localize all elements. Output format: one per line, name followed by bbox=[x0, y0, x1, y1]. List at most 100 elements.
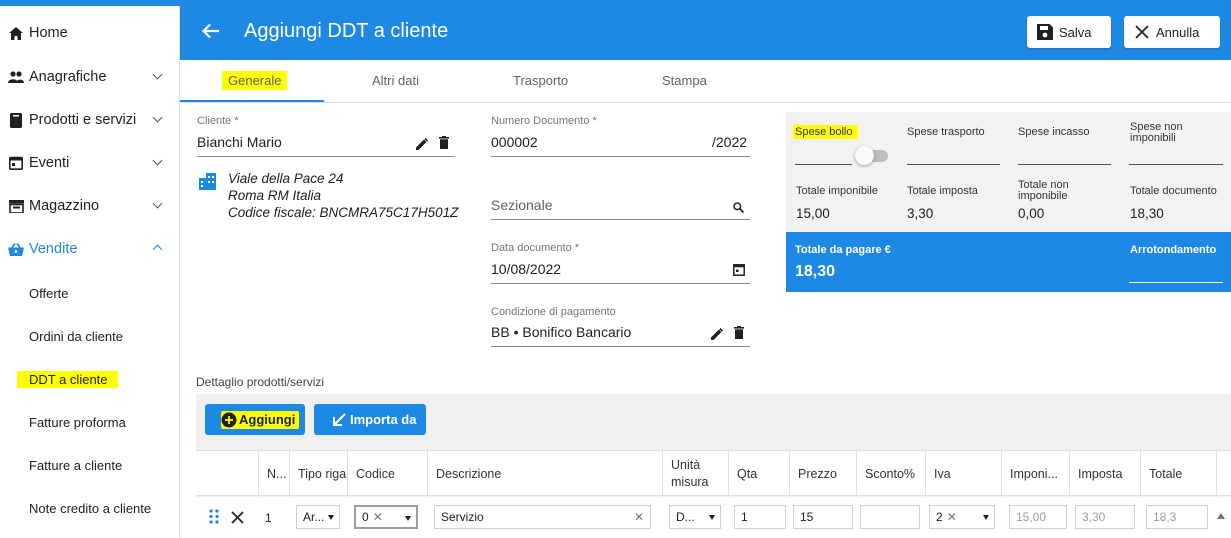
sidebar-item-vendite[interactable]: Vendite bbox=[0, 229, 179, 269]
spese-incasso-input[interactable] bbox=[1018, 164, 1111, 165]
qta-input[interactable]: 1 bbox=[734, 505, 786, 529]
summary-panel: Spese bollo Spese trasporto Spese incass… bbox=[786, 112, 1231, 292]
sezionale-underline bbox=[491, 219, 750, 220]
sidebar-item-magazzino[interactable]: Magazzino bbox=[0, 186, 179, 226]
sidebar-subitem-ordini[interactable]: Ordini da cliente bbox=[29, 326, 123, 346]
totale-pagare-value: 18,30 bbox=[795, 263, 836, 280]
arrotondamento-label: Arrotondamento bbox=[1130, 244, 1217, 256]
clear-icon[interactable]: ✕ bbox=[947, 510, 957, 524]
sidebar-subitem-proforma[interactable]: Fatture proforma bbox=[29, 412, 126, 432]
totale-pagare-label: Totale da pagare € bbox=[795, 244, 891, 256]
sidebar-item-eventi[interactable]: Eventi bbox=[0, 143, 179, 183]
column-unita-misura[interactable]: Unità misura bbox=[662, 451, 728, 497]
sidebar-subitem-ddt[interactable]: DDT a cliente bbox=[17, 369, 118, 389]
tab-altri-dati[interactable]: Altri dati bbox=[372, 73, 419, 88]
spese-bollo-label: Spese bollo bbox=[793, 125, 858, 139]
clear-icon[interactable]: ✕ bbox=[373, 510, 383, 524]
unita-misura-select[interactable]: D... bbox=[669, 505, 721, 529]
imposta-field: 3,30 bbox=[1075, 505, 1135, 529]
spese-non-imponibili-input[interactable] bbox=[1129, 164, 1223, 165]
column-descrizione[interactable]: Descrizione bbox=[427, 451, 662, 497]
prezzo-input[interactable]: 15 bbox=[793, 505, 853, 529]
cliente-label: Cliente * bbox=[197, 115, 239, 127]
totale-imposta-value: 3,30 bbox=[907, 206, 934, 221]
add-button[interactable]: Aggiungi bbox=[205, 404, 305, 435]
toggle-knob[interactable] bbox=[855, 146, 874, 165]
totale-non-imponibile-label-2: imponibile bbox=[1018, 190, 1068, 202]
column-sconto[interactable]: Sconto% bbox=[856, 451, 925, 497]
totale-field: 18,3 bbox=[1146, 505, 1208, 529]
cliente-field[interactable]: Bianchi Mario bbox=[197, 134, 282, 150]
imponibile-field: 15,00 bbox=[1009, 505, 1067, 529]
close-icon bbox=[1134, 24, 1150, 40]
sidebar-subitem-fatture[interactable]: Fatture a cliente bbox=[29, 455, 122, 475]
calendar-icon bbox=[8, 155, 24, 171]
numero-field[interactable]: 000002 bbox=[491, 134, 538, 150]
back-arrow-icon[interactable] bbox=[201, 23, 224, 43]
people-icon bbox=[8, 69, 24, 85]
tab-generale[interactable]: Generale bbox=[222, 71, 288, 90]
column-qta[interactable]: Qta bbox=[728, 451, 789, 497]
iva-select[interactable]: 2 ✕ bbox=[929, 505, 995, 529]
sidebar-subitem-note-credito[interactable]: Note credito a cliente bbox=[29, 498, 151, 518]
column-imponibile[interactable]: Imponi... bbox=[1001, 451, 1069, 497]
remove-row-icon[interactable] bbox=[231, 511, 244, 529]
codice-select[interactable]: 0 ✕ bbox=[354, 505, 418, 529]
page-header: Aggiungi DDT a cliente Salva Annulla bbox=[180, 6, 1231, 60]
import-arrow-icon bbox=[332, 412, 346, 427]
spese-non-imponibili-label-2: imponibili bbox=[1130, 132, 1176, 144]
address-line-2: Roma RM Italia bbox=[228, 188, 322, 203]
delete-icon[interactable] bbox=[439, 136, 449, 154]
dropdown-caret-icon bbox=[405, 516, 411, 521]
column-prezzo[interactable]: Prezzo bbox=[789, 451, 856, 497]
column-n[interactable]: N... bbox=[258, 451, 289, 497]
clear-icon[interactable]: ✕ bbox=[634, 510, 644, 524]
sidebar-item-prodotti[interactable]: Prodotti e servizi bbox=[0, 100, 179, 140]
sidebar-subitem-offerte[interactable]: Offerte bbox=[29, 283, 69, 303]
column-iva[interactable]: Iva bbox=[925, 451, 1001, 497]
scroll-up-arrow-icon[interactable] bbox=[1217, 506, 1225, 524]
home-icon bbox=[8, 25, 24, 41]
column-totale[interactable]: Totale bbox=[1140, 451, 1216, 497]
sconto-input[interactable] bbox=[860, 505, 920, 529]
page-title: Aggiungi DDT a cliente bbox=[244, 20, 449, 42]
basket-icon bbox=[8, 241, 24, 257]
search-icon[interactable] bbox=[733, 200, 745, 218]
spese-bollo-underline bbox=[795, 164, 852, 165]
spese-trasporto-input[interactable] bbox=[907, 164, 1000, 165]
totale-pagare-bar: Totale da pagare € 18,30 Arrotondamento bbox=[786, 232, 1231, 292]
address-line-1: Viale della Pace 24 bbox=[228, 171, 344, 186]
column-spacer bbox=[1216, 451, 1231, 497]
tab-trasporto[interactable]: Trasporto bbox=[513, 73, 568, 88]
delete-icon[interactable] bbox=[734, 326, 744, 344]
sidebar-item-home[interactable]: Home bbox=[0, 13, 179, 53]
drag-handle-icon[interactable] bbox=[209, 509, 219, 529]
sidebar-item-anagrafiche[interactable]: Anagrafiche bbox=[0, 57, 179, 97]
tipo-riga-select[interactable]: Ar... bbox=[296, 505, 340, 529]
detail-area: Aggiungi Importa da N... Tipo riga Codic… bbox=[196, 394, 1231, 538]
import-button[interactable]: Importa da bbox=[314, 404, 426, 435]
save-button[interactable]: Salva bbox=[1027, 16, 1111, 48]
calendar-icon[interactable] bbox=[733, 263, 745, 281]
cancel-button[interactable]: Annulla bbox=[1124, 16, 1220, 48]
dropdown-caret-icon bbox=[709, 515, 715, 520]
dropdown-caret-icon bbox=[328, 515, 334, 520]
column-tipo-riga[interactable]: Tipo riga bbox=[289, 451, 347, 497]
numero-label: Numero Documento * bbox=[491, 115, 597, 127]
building-icon bbox=[199, 173, 216, 195]
totale-non-imponibile-value: 0,00 bbox=[1018, 206, 1045, 221]
edit-icon[interactable] bbox=[711, 327, 724, 345]
edit-icon[interactable] bbox=[416, 137, 429, 155]
column-imposta[interactable]: Imposta bbox=[1069, 451, 1140, 497]
condizione-underline bbox=[491, 346, 750, 347]
data-field[interactable]: 10/08/2022 bbox=[491, 261, 561, 277]
sezionale-input[interactable]: Sezionale bbox=[491, 197, 553, 213]
totale-imposta-label: Totale imposta bbox=[907, 185, 978, 197]
column-codice[interactable]: Codice bbox=[347, 451, 427, 497]
arrotondamento-input[interactable] bbox=[1129, 282, 1223, 283]
condizione-field[interactable]: BB • Bonifico Bancario bbox=[491, 324, 631, 340]
descrizione-input[interactable]: Servizio ✕ bbox=[434, 505, 651, 529]
tab-stampa[interactable]: Stampa bbox=[662, 73, 707, 88]
spese-trasporto-label: Spese trasporto bbox=[907, 126, 985, 138]
add-circle-icon bbox=[221, 412, 237, 428]
